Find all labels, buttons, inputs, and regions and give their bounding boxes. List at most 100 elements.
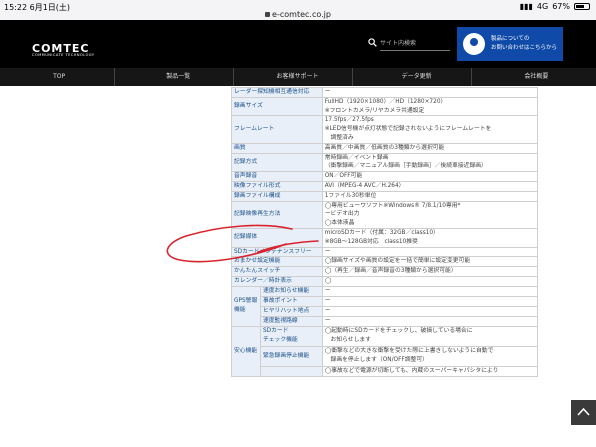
nav-support[interactable]: お客様サポート: [243, 68, 353, 86]
spec-label-line: 記録媒体: [234, 234, 258, 241]
spec-label-line: カレンダー／時計表示: [234, 277, 292, 284]
spec-value: 17.5fps／27.5fps ※LED信号機が点灯状態で記録されないようにフレー…: [321, 115, 539, 144]
spec-value-line: ー: [324, 248, 331, 255]
spec-value: ◯専用ビューワソフト※Windows® 7/8.1/10専用* ービデオ出力 ◯本体…: [321, 200, 539, 229]
gps-item-value-line: ー: [324, 307, 331, 314]
gps-item-value: ー: [321, 295, 539, 307]
spec-value-line: 1ファイル30秒単位: [324, 192, 377, 199]
spec-label: かんたんスイッチ: [231, 266, 323, 277]
scroll-top-button[interactable]: [571, 400, 596, 425]
gps-item-label-line: ヒヤリハット地点: [262, 307, 310, 314]
spec-label: 画質: [231, 142, 323, 154]
spec-label: 映像ファイル形式: [231, 180, 323, 192]
lock-icon: [265, 12, 271, 17]
spec-value-line: microSDカード（付属：32GB／class10）: [324, 229, 439, 236]
gps-row: ヒヤリハット地点 ー: [232, 305, 539, 317]
spec-row: 記録方式 常時録画／イベント録画 （衝撃録画／マニュアル録画［手動録画］／後続車接近…: [231, 152, 539, 173]
spec-label: 記録媒体: [231, 227, 323, 248]
nav-data-update[interactable]: データ更新: [362, 68, 473, 86]
gps-item-label-line: 事故ポイント: [262, 297, 298, 304]
spec-row: 画質 高画質／中画質／低画質の3種類から選択可能: [231, 142, 539, 154]
spec-value: ー: [321, 246, 539, 258]
spec-value-line: 調整済み: [324, 134, 354, 141]
spec-value-line: ◯（再生／録画／音声録音の3種類から選択可能）: [324, 268, 457, 275]
spec-label: 記録方式: [231, 152, 323, 173]
spec-value-line: ◯録画サイズや画質の設定を一括で簡単に設定変更可能: [324, 258, 471, 265]
spec-label: 音声録音: [231, 171, 323, 182]
spec-row: SDカードメンテナンスフリー ー: [231, 246, 539, 258]
spec-label: SDカードメンテナンスフリー: [231, 246, 323, 258]
spec-label: フレームレート: [231, 115, 323, 144]
gps-row: GPS警報機能 速度お知らせ機能ー: [231, 285, 539, 327]
gps-item-label-line: 速度お知らせ機能: [262, 287, 310, 294]
spec-label-line: SDカードメンテナンスフリー: [234, 248, 312, 255]
spec-value: 高画質／中画質／低画質の3種類から選択可能: [321, 142, 539, 154]
spec-value-line: ◯: [324, 277, 332, 284]
safety-item-label-line: SDカード: [262, 328, 289, 335]
spec-value-line: AVI（MPEG-4 AVC／H.264）: [324, 182, 405, 189]
safety-item-label-line: 緊急録画停止機能: [262, 352, 310, 359]
safety-item-label-line: チェック機能: [262, 337, 298, 344]
safety-item-label: [259, 365, 323, 377]
main-nav: TOP 製品一覧 お客様サポート データ更新 会社概要: [0, 68, 596, 86]
spec-value: microSDカード（付属：32GB／class10） ※8GB〜128GB対応 …: [321, 227, 539, 248]
gps-item-value: ー: [321, 305, 539, 317]
safety-item-label: 緊急録画停止機能: [259, 345, 323, 367]
spec-row: 記録媒体 microSDカード（付属：32GB／class10） ※8GB〜128G…: [231, 227, 539, 248]
contact-button[interactable]: 製品についての お問い合わせはこちらから: [457, 27, 563, 61]
search-icon[interactable]: [368, 38, 377, 47]
gps-item-value: ー: [321, 315, 539, 327]
safety-item-value-line: 録画を停止します（ON/OFF調整可）: [324, 357, 428, 364]
spec-label: 録画サイズ: [231, 96, 323, 117]
address-bar[interactable]: e-comtec.co.jp: [0, 10, 596, 19]
gps-group-label: GPS警報機能: [231, 285, 261, 327]
spec-value-line: ※8GB〜128GB対応 class10推奨: [324, 238, 418, 245]
headset-support-icon: [463, 33, 485, 55]
spec-label-line: 映像ファイル形式: [234, 182, 281, 189]
spec-label-line: 音声録音: [234, 173, 258, 180]
gps-row: 速度監視路線 ー: [232, 315, 539, 327]
nav-products[interactable]: 製品一覧: [124, 68, 234, 86]
safety-row: 安心機能 SDカード チェック機能 ◯起動時にSDカードをチェックし、破損している場合…: [231, 325, 539, 377]
spec-value-line: ◯専用ビューワソフト※Windows® 7/8.1/10専用*: [324, 202, 461, 209]
gps-item-label: 速度お知らせ機能: [259, 285, 323, 297]
nav-company[interactable]: 会社概要: [481, 68, 591, 86]
spec-label-line: かんたんスイッチ: [234, 268, 281, 275]
contact-line-1: 製品についての: [491, 36, 530, 42]
spec-label-line: 録画サイズ: [234, 103, 263, 110]
network-label: 4G: [536, 2, 549, 11]
contact-button-label: 製品についての お問い合わせはこちらから: [491, 35, 557, 53]
chevron-up-icon: [577, 407, 590, 416]
nav-top[interactable]: TOP: [5, 68, 115, 86]
url-text: e-comtec.co.jp: [272, 10, 331, 19]
spec-row: 録画ファイル構成 1ファイル30秒単位: [231, 190, 539, 202]
safety-item-value-line: ◯事故などで電源が切断しても、内蔵のスーパーキャパシタにより: [324, 367, 499, 374]
spec-value: ◯（再生／録画／音声録音の3種類から選択可能）: [321, 266, 539, 277]
spec-label: おまかせ設定機能: [231, 256, 323, 268]
status-indicators: ▮▮▮ 4G 67%: [520, 2, 590, 11]
spec-value: 1ファイル30秒単位: [321, 190, 539, 202]
safety-item-value: ◯起動時にSDカードをチェックし、破損している場合に お知らせします: [321, 325, 539, 347]
gps-item-value-line: ー: [324, 287, 331, 294]
spec-label-line: レーダー探知機相互通信対応: [234, 89, 310, 95]
spec-label: 録画ファイル構成: [231, 190, 323, 202]
spec-value: ◯録画サイズや画質の設定を一括で簡単に設定変更可能: [321, 256, 539, 268]
spec-row: かんたんスイッチ ◯（再生／録画／音声録音の3種類から選択可能）: [231, 266, 539, 277]
safety-group-label: 安心機能: [231, 325, 261, 377]
search-input[interactable]: [380, 37, 450, 51]
site-logo-tagline: COMMUNICATE TECHNOLOGY: [32, 53, 95, 57]
spec-row: カレンダー／時計表示 ◯: [231, 275, 539, 287]
spec-row: 音声録音 ON／OFF可能: [231, 171, 539, 182]
status-bar: 15:22 6月1日(土) e-comtec.co.jp ▮▮▮ 4G 67%: [0, 0, 596, 20]
spec-value-line: ー: [324, 89, 331, 95]
safety-row: ◯事故などで電源が切断しても、内蔵のスーパーキャパシタにより: [232, 365, 539, 377]
gps-item-value: ー: [321, 285, 539, 297]
safety-item-label: SDカードチェック機能: [259, 325, 323, 347]
spec-row: 記録映像再生方法 ◯専用ビューワソフト※Windows® 7/8.1/10専用* ー…: [231, 200, 539, 229]
spec-label: 記録映像再生方法: [231, 200, 323, 229]
safety-group-label-line: 安心機能: [234, 347, 258, 354]
spec-row: 録画サイズ FullHD（1920×1080）／HD（1280×720） ※フロント…: [231, 96, 539, 117]
gps-item-label-line: 速度監視路線: [262, 317, 298, 324]
spec-value-line: ON／OFF可能: [324, 173, 363, 180]
spec-value-line: ※フロントカメラ/リヤカメラ共通設定: [324, 107, 425, 114]
